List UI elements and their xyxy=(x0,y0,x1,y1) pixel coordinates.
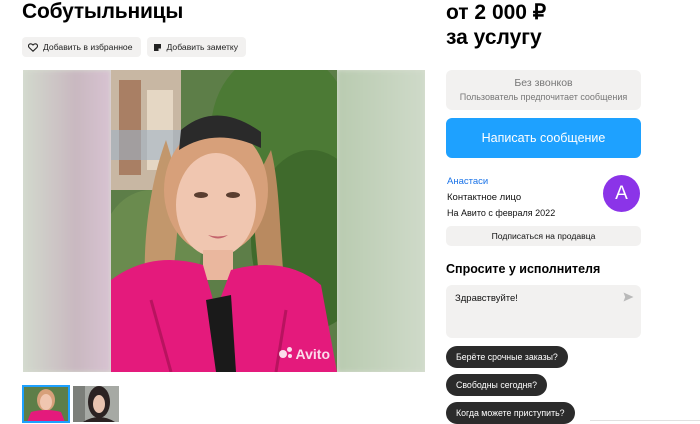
photo-thumbnails xyxy=(22,385,119,423)
main-photo-image xyxy=(111,70,337,372)
price-amount: от 2 000 ₽ xyxy=(446,1,547,24)
avito-watermark: Avito xyxy=(278,346,330,362)
add-note-button[interactable]: Добавить заметку xyxy=(146,37,247,57)
no-calls-subtitle: Пользователь предпочитает сообщения xyxy=(459,92,628,102)
seller-since: На Авито с февраля 2022 xyxy=(447,208,556,218)
add-note-label: Добавить заметку xyxy=(166,42,239,52)
ask-section-title: Спросите у исполнителя xyxy=(446,262,601,276)
ask-message-field[interactable]: Здравствуйте! xyxy=(446,285,641,338)
quick-question-chip[interactable]: Берёте срочные заказы? xyxy=(446,346,568,368)
photo-gallery[interactable]: Avito xyxy=(23,70,425,372)
thumbnail-1[interactable] xyxy=(22,385,70,423)
ask-message-text[interactable]: Здравствуйте! xyxy=(455,293,518,304)
quick-question-chip[interactable]: Свободны сегодня? xyxy=(446,374,547,396)
gallery-blur-left xyxy=(23,70,111,372)
watermark-text: Avito xyxy=(295,346,330,362)
divider xyxy=(590,420,700,421)
send-icon[interactable] xyxy=(623,292,634,302)
seller-name-link[interactable]: Анастаси xyxy=(447,176,555,187)
add-favorite-label: Добавить в избранное xyxy=(43,42,133,52)
seller-avatar[interactable]: А xyxy=(603,175,640,212)
write-message-button[interactable]: Написать сообщение xyxy=(446,118,641,158)
thumbnail-2[interactable] xyxy=(73,386,119,422)
seller-role: Контактное лицо xyxy=(447,192,522,203)
price-unit: за услугу xyxy=(446,26,542,49)
no-calls-notice: Без звонков Пользователь предпочитает со… xyxy=(446,70,641,110)
subscribe-seller-button[interactable]: Подписаться на продавца xyxy=(446,226,641,246)
quick-question-chip[interactable]: Когда можете приступить? xyxy=(446,402,575,424)
heart-icon xyxy=(28,42,38,52)
note-icon xyxy=(153,43,161,51)
price: от 2 000 ₽ за услугу xyxy=(446,0,546,50)
avito-logo-icon xyxy=(278,347,293,361)
quick-questions: Берёте срочные заказы? Свободны сегодня?… xyxy=(446,346,575,424)
gallery-blur-right xyxy=(337,70,425,372)
seller-info: Анастаси Контактное лицо На Авито с февр… xyxy=(447,176,555,218)
listing-title: Собутыльницы xyxy=(22,0,184,23)
listing-actions: Добавить в избранное Добавить заметку xyxy=(22,37,247,57)
add-favorite-button[interactable]: Добавить в избранное xyxy=(22,37,141,57)
main-photo[interactable] xyxy=(111,70,337,372)
no-calls-title: Без звонков xyxy=(514,77,573,89)
